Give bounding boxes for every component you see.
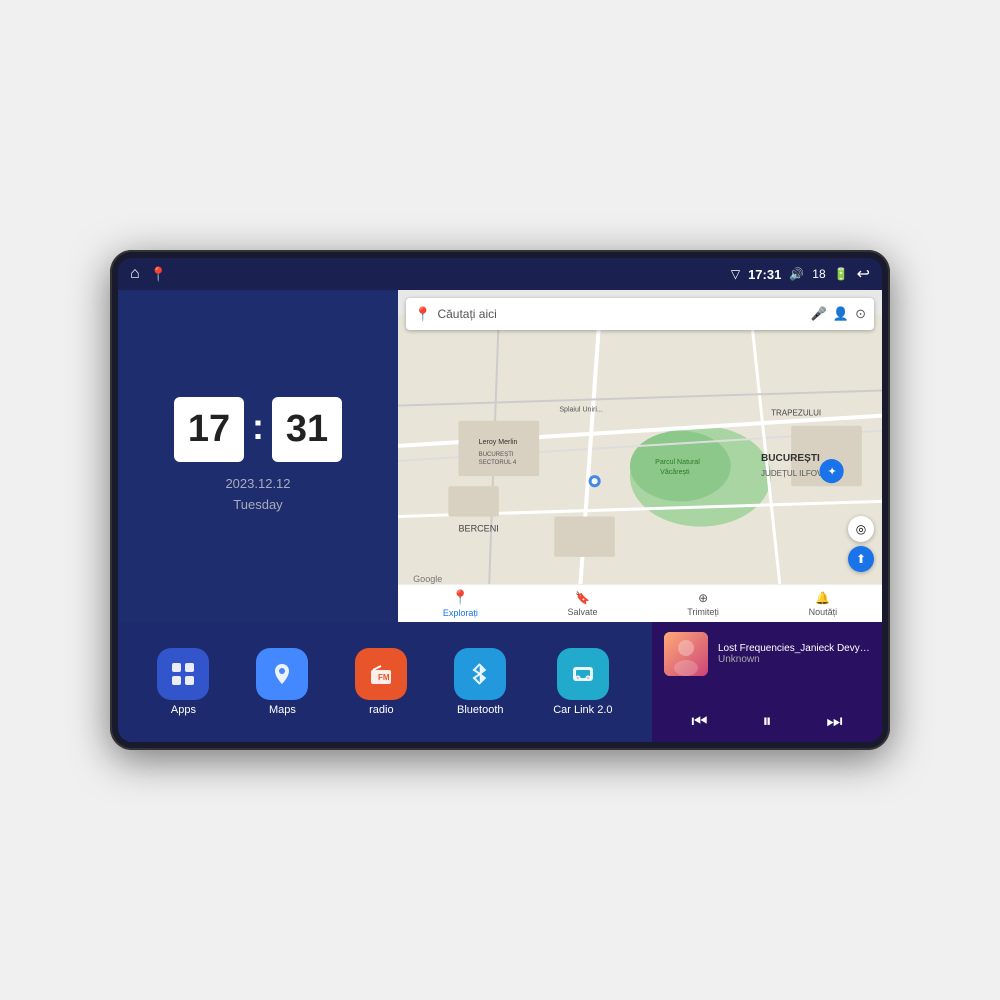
main-area: 17 : 31 2023.12.12 Tuesday [118, 290, 882, 742]
map-nav-bar: 📍 Explorați 🔖 Salvate ⊕ Trimiteți [398, 584, 882, 622]
explore-label: Explorați [443, 608, 478, 618]
explore-icon: 📍 [452, 589, 469, 606]
svg-text:SECTORUL 4: SECTORUL 4 [479, 460, 517, 466]
status-bar: ⌂ 📍 ▽ 17:31 🔊 18 🔋 ↩ [118, 258, 882, 290]
maps-icon-svg [268, 660, 296, 688]
car-head-unit: ⌂ 📍 ▽ 17:31 🔊 18 🔋 ↩ 17 : [110, 250, 890, 750]
music-info: Lost Frequencies_Janieck Devy-... Unknow… [664, 632, 870, 676]
location-icon[interactable]: 📍 [150, 266, 167, 283]
navigate-icon[interactable]: ⬆ [848, 546, 874, 572]
carlink-icon-svg [569, 660, 597, 688]
music-artist: Unknown [718, 654, 870, 665]
bottom-section: Apps Maps [118, 622, 882, 742]
music-controls: ⏮ ⏸ ⏭ [664, 711, 870, 732]
app-item-carlink[interactable]: Car Link 2.0 [553, 648, 612, 716]
album-art [664, 632, 708, 676]
svg-text:Google: Google [413, 574, 442, 584]
svg-text:Splaiul Uniri...: Splaiul Uniri... [559, 407, 603, 414]
account-icon[interactable]: 👤 [833, 306, 849, 322]
carlink-icon [557, 648, 609, 700]
app-item-radio[interactable]: FM radio [355, 648, 407, 716]
svg-text:TRAPEZULUI: TRAPEZULUI [771, 409, 821, 418]
bluetooth-icon [454, 648, 506, 700]
saved-label: Salvate [568, 607, 598, 617]
battery-icon: 🔋 [834, 267, 849, 281]
bluetooth-icon-svg [466, 660, 494, 688]
play-pause-button[interactable]: ⏸ [762, 711, 771, 732]
app-item-maps[interactable]: Maps [256, 648, 308, 716]
compass-icon[interactable]: ◎ [848, 516, 874, 542]
news-label: Noutăți [809, 607, 838, 617]
clock-display: 17 : 31 [174, 397, 342, 462]
map-nav-news[interactable]: 🔔 Noutăți [809, 591, 838, 617]
send-label: Trimiteți [687, 607, 719, 617]
device-screen: ⌂ 📍 ▽ 17:31 🔊 18 🔋 ↩ 17 : [118, 258, 882, 742]
radio-icon: FM [355, 648, 407, 700]
maps-app-icon [256, 648, 308, 700]
saved-icon: 🔖 [575, 591, 590, 605]
send-icon: ⊕ [698, 591, 708, 605]
clock-colon: : [252, 406, 264, 448]
map-controls: ◎ ⬆ [848, 516, 874, 572]
status-right: ▽ 17:31 🔊 18 🔋 ↩ [731, 264, 870, 284]
status-time: 17:31 [748, 267, 781, 282]
prev-button[interactable]: ⏮ [691, 711, 707, 732]
map-search-text: Căutați aici [437, 307, 496, 321]
maps-label: Maps [269, 704, 296, 716]
home-icon[interactable]: ⌂ [130, 265, 140, 283]
apps-icon-svg [169, 660, 197, 688]
music-thumbnail [664, 632, 708, 676]
map-search-bar[interactable]: 📍 Căutați aici 🎤 👤 ⊙ [406, 298, 874, 330]
volume-level: 18 [812, 267, 825, 281]
svg-text:JUDEȚUL ILFOV: JUDEȚUL ILFOV [761, 469, 823, 478]
svg-text:Leroy Merlin: Leroy Merlin [479, 439, 518, 446]
music-text: Lost Frequencies_Janieck Devy-... Unknow… [718, 643, 870, 665]
svg-text:✦: ✦ [828, 466, 837, 478]
radio-label: radio [369, 704, 393, 716]
apps-bar: Apps Maps [118, 622, 652, 742]
svg-text:Văcărești: Văcărești [660, 469, 690, 476]
map-content: BUCUREȘTI JUDEȚUL ILFOV TRAPEZULUI BERCE… [398, 290, 882, 622]
radio-icon-svg: FM [367, 660, 395, 688]
top-section: 17 : 31 2023.12.12 Tuesday [118, 290, 882, 622]
map-widget[interactable]: BUCUREȘTI JUDEȚUL ILFOV TRAPEZULUI BERCE… [398, 290, 882, 622]
apps-label: Apps [171, 704, 196, 716]
layers-icon[interactable]: ⊙ [855, 306, 866, 322]
map-nav-explore[interactable]: 📍 Explorați [443, 589, 478, 618]
music-title: Lost Frequencies_Janieck Devy-... [718, 643, 870, 654]
svg-text:FM: FM [378, 673, 390, 682]
map-search-icons: 🎤 👤 ⊙ [811, 306, 866, 322]
svg-text:BERCENI: BERCENI [459, 524, 499, 534]
back-icon[interactable]: ↩ [857, 264, 870, 284]
map-background: BUCUREȘTI JUDEȚUL ILFOV TRAPEZULUI BERCE… [398, 290, 882, 622]
clock-date: 2023.12.12 Tuesday [225, 474, 290, 516]
volume-icon: 🔊 [789, 267, 804, 281]
svg-text:Parcul Natural: Parcul Natural [655, 459, 700, 466]
news-icon: 🔔 [815, 591, 830, 605]
map-nav-saved[interactable]: 🔖 Salvate [568, 591, 598, 617]
app-item-bluetooth[interactable]: Bluetooth [454, 648, 506, 716]
clock-minutes: 31 [272, 397, 342, 462]
clock-widget: 17 : 31 2023.12.12 Tuesday [118, 290, 398, 622]
svg-text:BUCUREȘTI: BUCUREȘTI [761, 453, 820, 464]
svg-text:BUCUREȘTI: BUCUREȘTI [479, 452, 514, 458]
clock-hours: 17 [174, 397, 244, 462]
map-pin-icon: 📍 [414, 306, 431, 323]
music-player: Lost Frequencies_Janieck Devy-... Unknow… [652, 622, 882, 742]
bluetooth-label: Bluetooth [457, 704, 503, 716]
apps-icon [157, 648, 209, 700]
carlink-label: Car Link 2.0 [553, 704, 612, 716]
signal-icon: ▽ [731, 267, 740, 281]
map-nav-send[interactable]: ⊕ Trimiteți [687, 591, 719, 617]
mic-icon[interactable]: 🎤 [811, 306, 827, 322]
next-button[interactable]: ⏭ [826, 711, 842, 732]
app-item-apps[interactable]: Apps [157, 648, 209, 716]
status-left: ⌂ 📍 [130, 265, 167, 283]
music-thumb-inner [664, 632, 708, 676]
